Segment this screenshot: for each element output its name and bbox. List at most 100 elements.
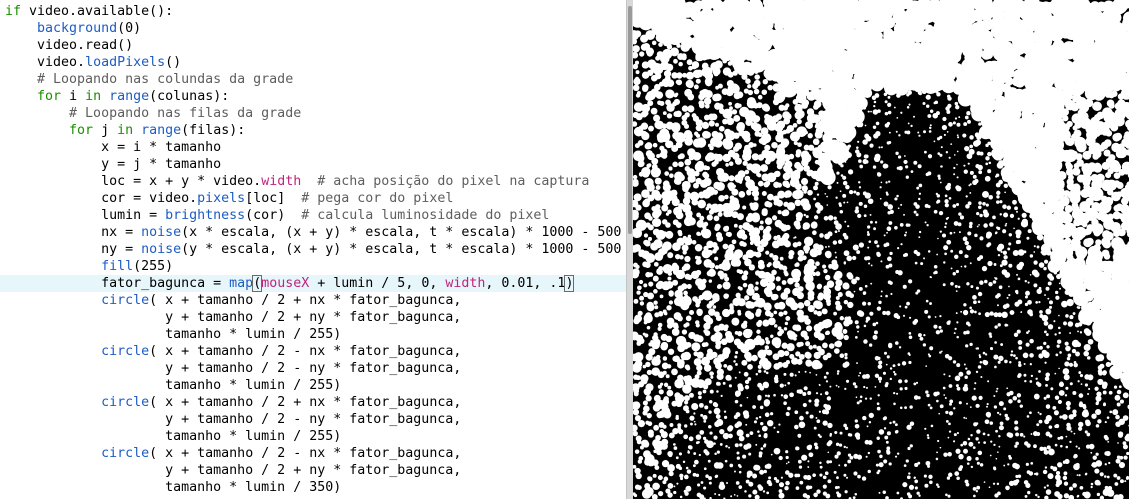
code-line[interactable]: circle( x + tamanho / 2 + nx * fator_bag… bbox=[5, 394, 461, 411]
render-dot bbox=[1117, 442, 1119, 444]
code-line[interactable]: tamanho * lumin / 255) bbox=[5, 377, 341, 394]
render-dot bbox=[1113, 204, 1121, 212]
code-line[interactable]: video.loadPixels() bbox=[5, 54, 181, 71]
render-dot bbox=[1075, 246, 1088, 259]
code-line[interactable]: lumin = brightness(cor) # calcula lumino… bbox=[5, 207, 549, 224]
render-dot bbox=[856, 250, 861, 255]
code-line[interactable]: y = j * tamanho bbox=[5, 156, 221, 173]
render-dot bbox=[653, 300, 658, 305]
render-dot bbox=[1010, 350, 1014, 353]
code-line[interactable]: for j in range(filas): bbox=[5, 122, 245, 139]
code-line[interactable]: x = i * tamanho bbox=[5, 139, 221, 156]
render-dot bbox=[888, 141, 892, 144]
render-dot bbox=[724, 128, 732, 136]
render-dot bbox=[1073, 463, 1080, 471]
render-dot bbox=[1083, 343, 1091, 351]
render-dot bbox=[792, 242, 799, 248]
code-line[interactable]: background(0) bbox=[5, 20, 141, 37]
render-dot bbox=[958, 231, 961, 234]
render-dot bbox=[713, 71, 719, 77]
code-line[interactable]: circle( x + tamanho / 2 - nx * fator_bag… bbox=[5, 445, 461, 462]
render-dot bbox=[682, 250, 687, 255]
code-line[interactable]: tamanho * lumin / 255) bbox=[5, 326, 341, 343]
render-dot bbox=[733, 360, 736, 363]
render-dot bbox=[887, 256, 892, 262]
code-line[interactable]: cor = video.pixels[loc] # pega cor do pi… bbox=[5, 190, 453, 207]
render-dot bbox=[864, 100, 868, 103]
render-dot bbox=[657, 100, 662, 106]
render-dot bbox=[702, 414, 708, 420]
editor-scrollbar[interactable] bbox=[626, 0, 633, 499]
code-line[interactable]: fill(255) bbox=[5, 258, 173, 275]
render-dot bbox=[771, 240, 780, 249]
code-line[interactable]: circle( x + tamanho / 2 - nx * fator_bag… bbox=[5, 343, 461, 360]
code-line[interactable]: video.read() bbox=[5, 37, 133, 54]
render-dot bbox=[869, 213, 872, 216]
code-line[interactable]: loc = x + y * video.width # acha posição… bbox=[5, 173, 589, 190]
render-dot bbox=[711, 298, 717, 304]
render-dot bbox=[976, 461, 980, 465]
code-line[interactable]: # Loopando nas filas da grade bbox=[5, 105, 301, 122]
code-editor[interactable]: if video.available(): background(0) vide… bbox=[0, 0, 626, 499]
render-dot bbox=[922, 343, 927, 347]
render-dot bbox=[1035, 493, 1038, 497]
render-dot bbox=[695, 269, 702, 276]
render-dot bbox=[643, 320, 648, 325]
render-dot bbox=[648, 281, 654, 287]
render-dot bbox=[858, 286, 863, 291]
render-dot bbox=[1029, 312, 1034, 317]
render-dot bbox=[1033, 260, 1038, 265]
render-dot bbox=[672, 219, 679, 226]
render-dot bbox=[776, 430, 780, 434]
code-line[interactable]: if video.available(): bbox=[5, 3, 173, 20]
code-line[interactable]: y + tamanho / 2 - ny * fator_bagunca, bbox=[5, 411, 461, 428]
render-dot bbox=[651, 356, 661, 366]
render-dot bbox=[739, 443, 743, 447]
render-dot bbox=[1103, 475, 1107, 478]
render-dot bbox=[1033, 245, 1036, 248]
render-dot bbox=[996, 293, 1001, 298]
code-line[interactable]: tamanho * lumin / 255) bbox=[5, 428, 341, 445]
code-line[interactable]: ny = noise(y * escala, (x + y) * escala,… bbox=[5, 241, 621, 258]
code-line[interactable]: circle( x + tamanho / 2 + nx * fator_bag… bbox=[5, 292, 461, 309]
render-dot bbox=[687, 450, 690, 453]
render-dot bbox=[1008, 399, 1013, 404]
code-line[interactable]: y + tamanho / 2 + ny * fator_bagunca, bbox=[5, 309, 461, 326]
render-dot bbox=[847, 319, 853, 325]
code-token: in bbox=[85, 89, 102, 104]
render-dot bbox=[786, 343, 795, 352]
render-dot bbox=[662, 249, 668, 254]
render-dot bbox=[856, 401, 860, 405]
render-dot bbox=[801, 101, 809, 109]
render-dot bbox=[759, 405, 764, 410]
render-dot bbox=[1059, 287, 1062, 290]
code-line[interactable]: y + tamanho / 2 + ny * fator_bagunca, bbox=[5, 462, 461, 479]
render-dot bbox=[666, 305, 672, 311]
code-line[interactable]: y + tamanho / 2 - ny * fator_bagunca, bbox=[5, 360, 461, 377]
render-dot bbox=[987, 380, 990, 383]
render-dot bbox=[758, 415, 762, 419]
render-dot bbox=[780, 476, 784, 479]
code-token: x = i * tamanho bbox=[5, 140, 222, 155]
code-line[interactable]: nx = noise(x * escala, (x + y) * escala,… bbox=[5, 224, 621, 241]
render-dot bbox=[663, 382, 669, 387]
code-line[interactable]: # Loopando nas colundas da grade bbox=[5, 71, 293, 88]
code-line[interactable]: tamanho * lumin / 350) bbox=[5, 479, 341, 496]
render-dot bbox=[693, 334, 701, 342]
render-dot bbox=[842, 154, 848, 161]
code-line[interactable]: for i in range(colunas): bbox=[5, 88, 229, 105]
render-dot bbox=[785, 480, 790, 486]
render-dot bbox=[695, 78, 701, 84]
render-dot bbox=[793, 336, 797, 341]
render-dot bbox=[989, 421, 994, 425]
render-dot bbox=[658, 490, 664, 497]
render-dot bbox=[842, 282, 850, 290]
render-dot bbox=[1014, 206, 1018, 211]
scrollbar-thumb[interactable] bbox=[628, 6, 632, 234]
render-dot bbox=[960, 310, 963, 313]
render-dot bbox=[949, 231, 953, 235]
render-dot bbox=[876, 306, 882, 311]
render-dot bbox=[910, 170, 914, 174]
code-line[interactable]: fator_bagunca = map(mouseX + lumin / 5, … bbox=[0, 275, 626, 292]
